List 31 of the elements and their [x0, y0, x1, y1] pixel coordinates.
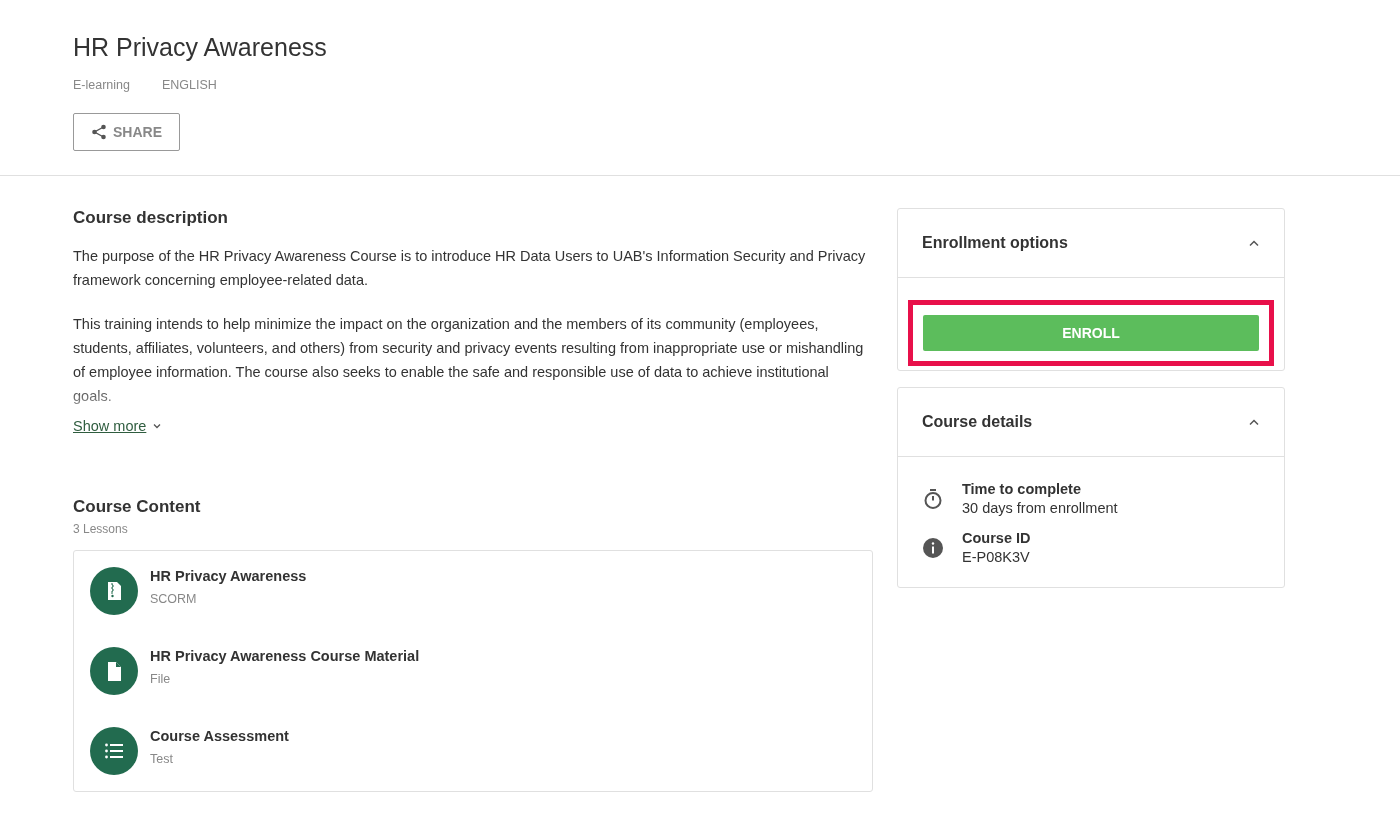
description-paragraph: This training intends to help minimize the impact on the organization and the members of its community (employees, students, affiliates, volunteers, and others) from security and privacy events resulting from inappropriate use or mishandling of employee information. The course also seeks to enable the safe and responsible use of data to achieve institutional goals.: [73, 315, 865, 406]
lesson-title[interactable]: Course Assessment: [150, 728, 289, 744]
section-heading: Course description: [73, 208, 229, 228]
detail-label: Course ID: [962, 530, 1031, 546]
section-heading: Course Content: [73, 497, 202, 517]
lesson-type: Test: [150, 752, 174, 766]
course-title: HR Privacy Awareness: [73, 33, 328, 62]
panel-title: Enrollment options: [922, 234, 1068, 252]
share-icon: [91, 124, 107, 140]
chevron-icon[interactable]: [1248, 239, 1260, 247]
document-icon: [90, 647, 138, 695]
stopwatch-icon: [922, 487, 944, 510]
share-button[interactable]: SHARE: [73, 113, 180, 151]
lesson-title[interactable]: HR Privacy Awareness: [150, 568, 307, 584]
info-icon: [922, 536, 944, 559]
detail-label: Time to complete: [962, 481, 1082, 497]
detail-value: 30 days from enrollment: [962, 500, 1118, 516]
lesson-type: File: [150, 672, 172, 686]
course-meta: E-learning: [73, 78, 130, 92]
chevron-icon: [152, 421, 163, 431]
course-meta: ENGLISH: [162, 78, 217, 92]
lesson-type: SCORM: [150, 592, 198, 606]
lesson-title[interactable]: HR Privacy Awareness Course Material: [150, 648, 420, 664]
chevron-icon[interactable]: [1248, 418, 1260, 426]
zip-file-icon: [90, 567, 138, 615]
lesson-count: 3 Lessons: [73, 522, 129, 536]
detail-value: E-P08K3V: [962, 549, 1031, 565]
description-paragraph: The purpose of the HR Privacy Awareness Course is to introduce HR Data Users to UAB's Information Security and Privacy framework concerning employee-related data.: [73, 247, 867, 290]
panel-title: Course details: [922, 413, 1033, 431]
show-more-link[interactable]: Show more: [73, 418, 163, 434]
list-icon: [90, 727, 138, 775]
